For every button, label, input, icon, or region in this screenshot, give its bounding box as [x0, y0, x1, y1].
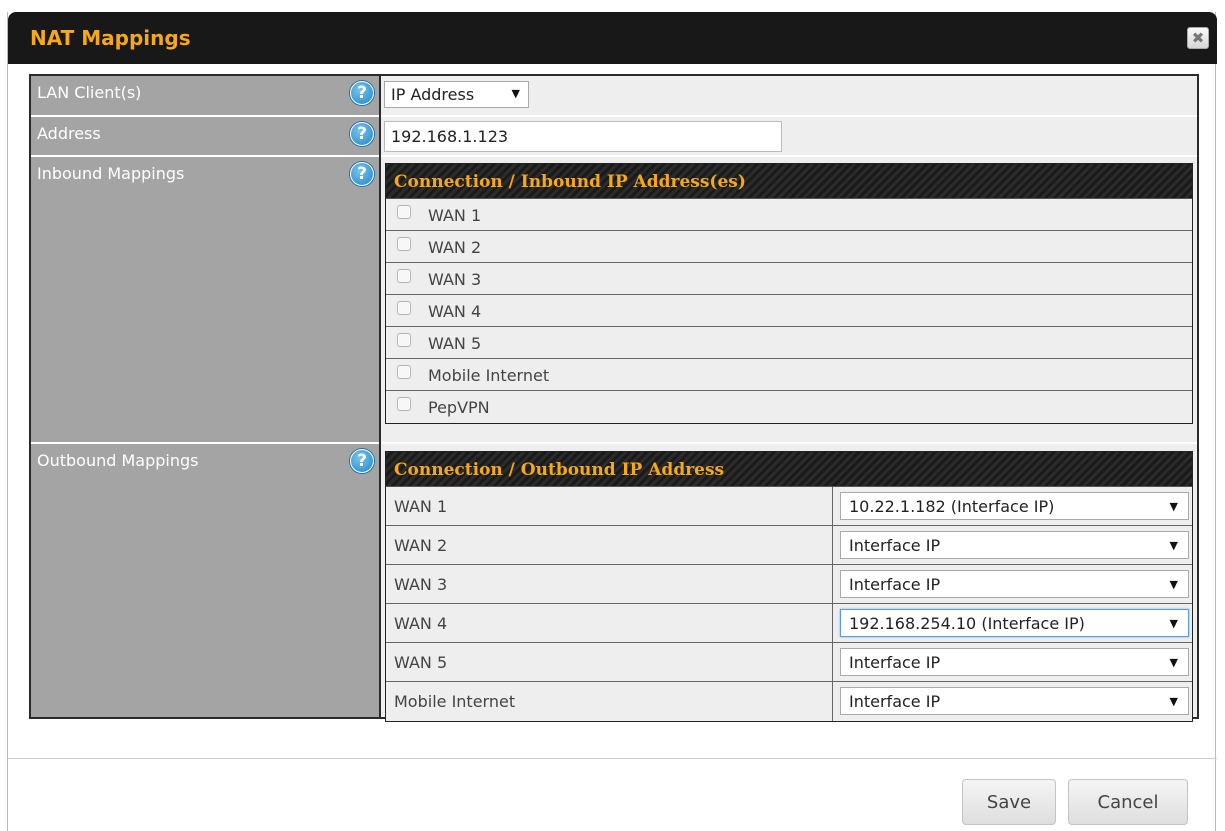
inbound-table: Connection / Inbound IP Address(es) WAN …: [385, 163, 1193, 424]
outbound-row: WAN 2 Interface IP ▼: [386, 526, 1192, 565]
column-divider: [832, 565, 833, 603]
outbound-connection-name: WAN 1: [394, 497, 448, 516]
close-icon[interactable]: ✖: [1187, 27, 1209, 49]
outbound-row: WAN 1 10.22.1.182 (Interface IP) ▼: [386, 487, 1192, 526]
outbound-ip-value: 192.168.254.10 (Interface IP): [849, 614, 1085, 633]
outbound-ip-value: Interface IP: [849, 575, 941, 594]
outbound-ip-select[interactable]: Interface IP ▼: [840, 570, 1189, 598]
help-icon[interactable]: ?: [350, 81, 374, 105]
inbound-mappings-label: Inbound Mappings: [37, 164, 185, 183]
chevron-down-icon: ▼: [1169, 500, 1178, 513]
inbound-checkbox[interactable]: [397, 269, 411, 283]
inbound-row: WAN 1: [386, 199, 1192, 231]
inbound-checkbox[interactable]: [397, 301, 411, 315]
label-column-divider: [379, 76, 381, 717]
column-divider: [832, 526, 833, 564]
lan-client-label: LAN Client(s): [37, 83, 142, 102]
outbound-ip-select[interactable]: Interface IP ▼: [840, 687, 1189, 715]
inbound-row: WAN 5: [386, 327, 1192, 359]
outbound-table-header: Connection / Outbound IP Address: [386, 452, 1192, 487]
lan-client-select-value: IP Address: [391, 85, 475, 104]
outbound-ip-value: 10.22.1.182 (Interface IP): [849, 497, 1055, 516]
lan-client-label-cell: LAN Client(s) ?: [31, 76, 379, 115]
inbound-row-label: PepVPN: [428, 398, 490, 417]
outbound-ip-value: Interface IP: [849, 653, 941, 672]
outbound-connection-name: WAN 4: [394, 614, 448, 633]
outbound-label-cell: Outbound Mappings ?: [31, 444, 379, 717]
inbound-checkbox[interactable]: [397, 205, 411, 219]
outbound-row: WAN 4 192.168.254.10 (Interface IP) ▼: [386, 604, 1192, 643]
help-icon[interactable]: ?: [350, 162, 374, 186]
help-icon[interactable]: ?: [350, 449, 374, 473]
outbound-value-cell: Connection / Outbound IP Address WAN 1 1…: [381, 444, 1197, 722]
inbound-row-label: WAN 3: [428, 270, 482, 289]
save-button[interactable]: Save: [962, 779, 1056, 825]
address-label: Address: [37, 124, 101, 143]
inbound-row: Mobile Internet: [386, 359, 1192, 391]
outbound-row: WAN 5 Interface IP ▼: [386, 643, 1192, 682]
chevron-down-icon: ▼: [511, 87, 520, 100]
inbound-value-cell: Connection / Inbound IP Address(es) WAN …: [381, 157, 1197, 442]
chevron-down-icon: ▼: [1169, 617, 1178, 630]
footer-divider: [8, 758, 1217, 759]
outbound-connection-name: WAN 5: [394, 653, 448, 672]
nat-form-table: LAN Client(s) ? IP Address ▼ Address ? I…: [29, 74, 1199, 722]
inbound-row-label: WAN 5: [428, 334, 482, 353]
chevron-down-icon: ▼: [1169, 539, 1178, 552]
chevron-down-icon: ▼: [1169, 578, 1178, 591]
outbound-ip-value: Interface IP: [849, 536, 941, 555]
inbound-checkbox[interactable]: [397, 397, 411, 411]
address-input[interactable]: [384, 121, 782, 152]
chevron-down-icon: ▼: [1169, 695, 1178, 708]
dialog-titlebar: NAT Mappings ✖: [8, 12, 1217, 64]
outbound-row: WAN 3 Interface IP ▼: [386, 565, 1192, 604]
outbound-connection-name: WAN 3: [394, 575, 448, 594]
address-value-cell: [381, 117, 1197, 155]
outbound-row: Mobile Internet Interface IP ▼: [386, 682, 1192, 721]
help-icon[interactable]: ?: [350, 122, 374, 146]
inbound-label-cell: Inbound Mappings ?: [31, 157, 379, 442]
outbound-table: Connection / Outbound IP Address WAN 1 1…: [385, 451, 1193, 722]
inbound-row: WAN 4: [386, 295, 1192, 327]
column-divider: [832, 487, 833, 525]
inbound-row: WAN 2: [386, 231, 1192, 263]
inbound-row: WAN 3: [386, 263, 1192, 295]
lan-client-select[interactable]: IP Address ▼: [384, 81, 529, 108]
column-divider: [832, 643, 833, 681]
column-divider: [832, 604, 833, 642]
nat-mappings-dialog: NAT Mappings ✖ LAN Client(s) ? IP Addres…: [7, 12, 1217, 831]
outbound-ip-select[interactable]: 192.168.254.10 (Interface IP) ▼: [840, 609, 1189, 637]
inbound-row-label: WAN 2: [428, 238, 482, 257]
outbound-connection-name: Mobile Internet: [394, 692, 516, 711]
inbound-row: PepVPN: [386, 391, 1192, 423]
chevron-down-icon: ▼: [1169, 656, 1178, 669]
inbound-checkbox[interactable]: [397, 333, 411, 347]
inbound-checkbox[interactable]: [397, 365, 411, 379]
outbound-ip-select[interactable]: Interface IP ▼: [840, 648, 1189, 676]
outbound-connection-name: WAN 2: [394, 536, 448, 555]
inbound-row-label: Mobile Internet: [428, 366, 550, 385]
outbound-mappings-label: Outbound Mappings: [37, 451, 199, 470]
inbound-row-label: WAN 1: [428, 206, 482, 225]
outbound-ip-select[interactable]: 10.22.1.182 (Interface IP) ▼: [840, 492, 1189, 520]
dialog-title: NAT Mappings: [30, 26, 191, 50]
inbound-checkbox[interactable]: [397, 237, 411, 251]
inbound-table-header: Connection / Inbound IP Address(es): [386, 164, 1192, 199]
outbound-ip-select[interactable]: Interface IP ▼: [840, 531, 1189, 559]
address-label-cell: Address ?: [31, 117, 379, 155]
outbound-ip-value: Interface IP: [849, 692, 941, 711]
cancel-button[interactable]: Cancel: [1068, 779, 1188, 825]
lan-client-value-cell: IP Address ▼: [381, 76, 1197, 115]
inbound-row-label: WAN 4: [428, 302, 482, 321]
column-divider: [832, 682, 833, 721]
